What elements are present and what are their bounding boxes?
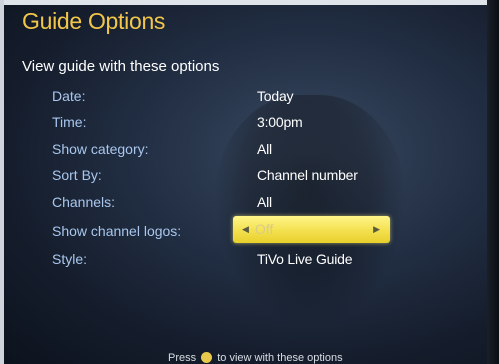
footer-hint: Press to view with these options xyxy=(168,352,343,364)
page-subtitle: View guide with these options xyxy=(22,58,220,75)
option-label: Show channel logos: xyxy=(52,223,182,239)
option-value-selected: Off xyxy=(255,221,274,237)
option-value: TiVo Live Guide xyxy=(257,251,353,267)
option-row-style[interactable]: Style: TiVo Live Guide xyxy=(0,248,487,272)
footer-suffix: to view with these options xyxy=(217,352,343,364)
option-row-show-category[interactable]: Show category: All xyxy=(0,138,487,162)
option-label: Show category: xyxy=(52,141,149,157)
option-row-sort-by[interactable]: Sort By: Channel number xyxy=(0,164,487,188)
option-row-date[interactable]: Date: Today xyxy=(0,85,487,109)
option-row-time[interactable]: Time: 3:00pm xyxy=(0,111,487,135)
frame-right-edge xyxy=(487,0,499,364)
option-value: All xyxy=(257,141,272,157)
option-value: All xyxy=(257,194,272,210)
tv-screen: Guide Options View guide with these opti… xyxy=(0,0,499,364)
select-button-icon xyxy=(201,352,213,363)
option-label: Time: xyxy=(52,114,87,130)
option-selector-highlight[interactable]: ◀ Off ▶ xyxy=(233,216,390,243)
arrow-right-icon[interactable]: ▶ xyxy=(373,223,380,235)
option-label: Sort By: xyxy=(52,167,102,183)
option-value: Channel number xyxy=(257,167,358,183)
option-label: Channels: xyxy=(52,194,116,210)
option-value: Today xyxy=(257,88,294,104)
option-label: Style: xyxy=(52,251,88,267)
footer-prefix: Press xyxy=(168,352,197,364)
page-title: Guide Options xyxy=(22,8,166,34)
option-label: Date: xyxy=(52,88,86,104)
option-value: 3:00pm xyxy=(257,114,303,130)
option-row-show-channel-logos[interactable]: Show channel logos: ◀ Off ▶ xyxy=(0,216,487,244)
arrow-left-icon[interactable]: ◀ xyxy=(242,223,249,235)
option-row-channels[interactable]: Channels: All xyxy=(0,191,487,215)
frame-top-edge xyxy=(0,0,499,5)
